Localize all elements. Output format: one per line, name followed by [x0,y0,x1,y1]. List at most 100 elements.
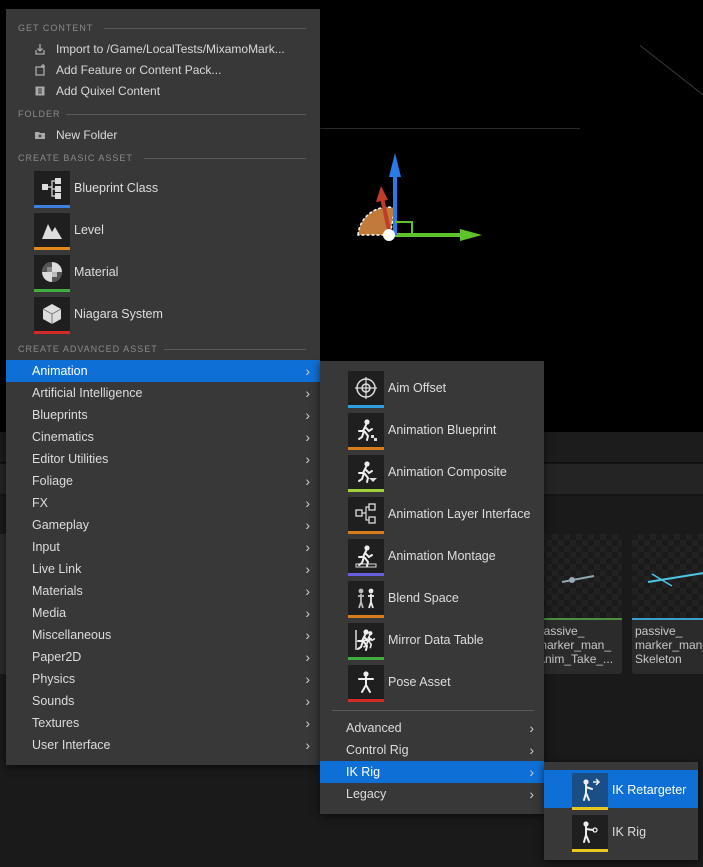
new-folder-item[interactable]: New Folder [6,124,320,146]
animation-layer-interface-item[interactable]: Animation Layer Interface [320,494,544,536]
chevron-right-icon: › [529,764,534,780]
transform-gizmo[interactable] [350,150,490,250]
asset-thumbnail [632,534,703,618]
submenu-control-rig[interactable]: Control Rig › [320,739,544,761]
asset-tile-skeleton[interactable]: passive_ marker_man_ Skeleton [632,534,703,674]
blend-space-icon [348,581,384,618]
asset-color-bar [348,531,384,534]
category-physics[interactable]: Physics › [6,668,320,690]
niagara-icon [34,297,70,334]
asset-color-bar [348,447,384,450]
chevron-right-icon: › [305,627,310,643]
content-pack-icon [35,64,45,76]
category-label: Textures [32,716,80,730]
material-item[interactable]: Material [6,252,320,294]
category-label: Miscellaneous [32,628,112,642]
category-user-interface[interactable]: User Interface › [6,734,320,756]
asset-label: IK Rig [612,825,647,839]
blueprint-class-icon [34,171,70,208]
asset-label: Pose Asset [388,675,451,689]
animation-blueprint-icon [348,413,384,450]
add-quixel-item[interactable]: Add Quixel Content [6,80,320,102]
category-label: User Interface [32,738,111,752]
pose-asset-item[interactable]: Pose Asset [320,662,544,704]
ik-retargeter-item[interactable]: IK Retargeter [544,770,698,810]
viewport-grid-line [639,45,703,96]
asset-label: Aim Offset [388,381,447,395]
chevron-right-icon: › [305,363,310,379]
asset-label: Blend Space [388,591,459,605]
mirror-data-table-item[interactable]: Mirror Data Table [320,620,544,662]
category-label: Materials [32,584,83,598]
aim-offset-item[interactable]: Aim Offset [320,368,544,410]
category-media[interactable]: Media › [6,602,320,624]
chevron-right-icon: › [305,385,310,401]
asset-type-bar [632,618,703,620]
asset-tile-anim[interactable]: passive_ marker_man_ Anim_Take_... [534,534,622,674]
animation-submenu: Aim Offset Animation Blueprint Animation C… [320,361,544,814]
import-item[interactable]: Import to /Game/LocalTests/MixamoMark... [6,38,320,60]
import-icon [35,44,45,55]
asset-color-bar [34,289,70,292]
chevron-right-icon: › [305,473,310,489]
asset-color-bar [348,615,384,618]
category-label: Live Link [32,562,82,576]
category-label: Paper2D [32,650,82,664]
viewport-grid-line [320,128,580,129]
category-label: Foliage [32,474,73,488]
asset-color-bar [34,247,70,250]
category-editor-utilities[interactable]: Editor Utilities › [6,448,320,470]
asset-color-bar [348,405,384,408]
category-label: Cinematics [32,430,94,444]
ik-retargeter-icon [572,773,608,810]
blueprint-class-item[interactable]: Blueprint Class [6,168,320,210]
chevron-right-icon: › [529,742,534,758]
ik-rig-item[interactable]: IK Rig [544,812,698,854]
category-miscellaneous[interactable]: Miscellaneous › [6,624,320,646]
category-label: FX [32,496,48,510]
category-paper2d[interactable]: Paper2D › [6,646,320,668]
category-sounds[interactable]: Sounds › [6,690,320,712]
niagara-system-item[interactable]: Niagara System [6,294,320,336]
category-foliage[interactable]: Foliage › [6,470,320,492]
chevron-right-icon: › [305,429,310,445]
category-animation[interactable]: Animation › [6,360,320,382]
submenu-legacy[interactable]: Legacy › [320,783,544,805]
asset-label: Mirror Data Table [388,633,484,647]
animation-composite-item[interactable]: Animation Composite [320,452,544,494]
chevron-right-icon: › [305,649,310,665]
add-feature-pack-item[interactable]: Add Feature or Content Pack... [6,59,320,81]
category-fx[interactable]: FX › [6,492,320,514]
asset-name: passive_ marker_man_ Anim_Take_... [537,624,614,666]
category-artificial-intelligence[interactable]: Artificial Intelligence › [6,382,320,404]
asset-thumbnail [534,534,622,618]
chevron-right-icon: › [305,539,310,555]
category-live-link[interactable]: Live Link › [6,558,320,580]
category-blueprints[interactable]: Blueprints › [6,404,320,426]
asset-type-bar [534,618,622,620]
new-folder-icon [35,132,45,139]
category-cinematics[interactable]: Cinematics › [6,426,320,448]
asset-name: passive_ marker_man_ Skeleton [635,624,703,666]
animation-blueprint-item[interactable]: Animation Blueprint [320,410,544,452]
submenu-label: Control Rig [346,743,409,757]
category-textures[interactable]: Textures › [6,712,320,734]
category-input[interactable]: Input › [6,536,320,558]
asset-color-bar [572,849,608,852]
category-label: Physics [32,672,76,686]
animation-montage-item[interactable]: Animation Montage [320,536,544,578]
menu-divider [332,710,534,711]
submenu-ik-rig[interactable]: IK Rig › [320,761,544,783]
blend-space-item[interactable]: Blend Space [320,578,544,620]
chevron-right-icon: › [305,605,310,621]
category-gameplay[interactable]: Gameplay › [6,514,320,536]
asset-label: Animation Composite [388,465,507,479]
chevron-right-icon: › [529,720,534,736]
level-icon [34,213,70,250]
submenu-label: Advanced [346,721,402,735]
category-materials[interactable]: Materials › [6,580,320,602]
submenu-advanced[interactable]: Advanced › [320,717,544,739]
asset-color-bar [348,489,384,492]
category-label: Editor Utilities [32,452,109,466]
level-item[interactable]: Level [6,210,320,252]
